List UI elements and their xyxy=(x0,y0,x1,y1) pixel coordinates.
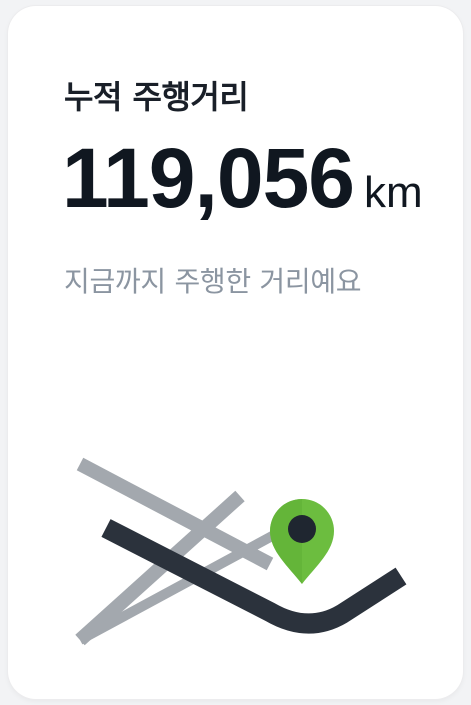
map-pin-icon xyxy=(270,499,334,584)
route-map-illustration xyxy=(75,457,407,646)
mileage-card: 누적 주행거리 119,056 km 지금까지 주행한 거리예요 xyxy=(8,6,463,699)
